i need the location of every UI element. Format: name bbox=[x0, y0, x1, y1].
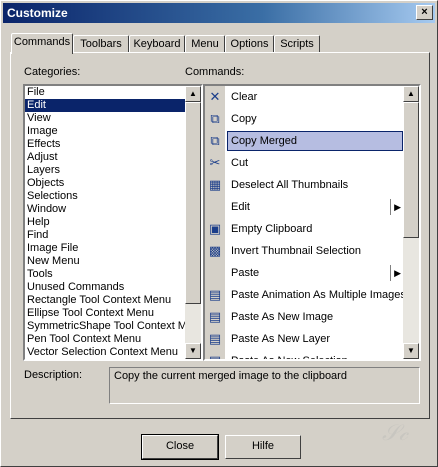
category-item[interactable]: SymmetricShape Tool Context M bbox=[25, 320, 201, 333]
customize-dialog: Customize × Commands Toolbars Keyboard M… bbox=[0, 0, 438, 467]
commands-list[interactable]: ✕ Clear ⧉ Copy ⧉ Copy Merged ✂ Cut ▦ Deselect All… bbox=[203, 84, 421, 361]
commands-items: ✕ Clear ⧉ Copy ⧉ Copy Merged ✂ Cut ▦ Deselect All… bbox=[205, 86, 406, 361]
command-item[interactable]: ▩ Invert Thumbnail Selection bbox=[205, 240, 403, 262]
scroll-up-icon[interactable]: ▲ bbox=[185, 86, 201, 102]
category-item[interactable]: Selections bbox=[25, 190, 201, 203]
description-label: Description: bbox=[24, 369, 83, 381]
categories-scrollbar[interactable]: ▲ ▼ bbox=[185, 86, 201, 359]
scroll-thumb[interactable] bbox=[185, 102, 201, 304]
scroll-thumb[interactable] bbox=[403, 102, 419, 238]
category-item[interactable]: Unused Commands bbox=[25, 281, 201, 294]
scroll-down-icon[interactable]: ▼ bbox=[403, 343, 419, 359]
command-item[interactable]: ✂ Cut bbox=[205, 152, 403, 174]
category-item[interactable]: Find bbox=[25, 229, 201, 242]
submenu-separator bbox=[390, 199, 391, 215]
command-label: Paste bbox=[231, 267, 260, 279]
command-label: Edit bbox=[231, 201, 250, 213]
command-item[interactable]: ▤ Paste As New Layer bbox=[205, 328, 403, 350]
tab-keyboard[interactable]: Keyboard bbox=[129, 35, 185, 53]
category-item[interactable]: Edit bbox=[25, 99, 201, 112]
command-label: Paste Animation As Multiple Images bbox=[231, 289, 406, 301]
category-item[interactable]: Help bbox=[25, 216, 201, 229]
window-title: Customize bbox=[7, 6, 68, 20]
clear-icon: ✕ bbox=[205, 86, 225, 108]
command-item[interactable]: ⧉ Copy bbox=[205, 108, 403, 130]
category-item[interactable]: Adjust bbox=[25, 151, 201, 164]
command-item[interactable]: ▤ Paste Animation As Multiple Images bbox=[205, 284, 406, 306]
categories-items: File Edit View Image Effects Adjust Layers Obje… bbox=[25, 86, 201, 359]
command-label: Invert Thumbnail Selection bbox=[231, 245, 362, 257]
command-label: Empty Clipboard bbox=[231, 223, 313, 235]
command-item[interactable]: Paste ▶ bbox=[205, 262, 403, 284]
category-item[interactable]: New Menu bbox=[25, 255, 201, 268]
tab-toolbars[interactable]: Toolbars bbox=[73, 35, 129, 53]
command-item[interactable]: ▣ Empty Clipboard bbox=[205, 218, 403, 240]
commands-label: Commands: bbox=[185, 66, 245, 78]
command-item[interactable]: ⧉ Copy Merged bbox=[205, 130, 403, 152]
command-item[interactable]: ✕ Clear bbox=[205, 86, 403, 108]
category-item[interactable]: Objects bbox=[25, 177, 201, 190]
command-label: Copy Merged bbox=[231, 135, 298, 147]
command-item[interactable]: Edit ▶ bbox=[205, 196, 403, 218]
command-label: Deselect All Thumbnails bbox=[231, 179, 349, 191]
category-item[interactable]: Image File bbox=[25, 242, 201, 255]
invert-thumbnails-icon: ▩ bbox=[205, 240, 225, 262]
command-label: Clear bbox=[231, 91, 258, 103]
category-item[interactable]: Effects bbox=[25, 138, 201, 151]
submenu-separator bbox=[390, 265, 391, 281]
command-item[interactable]: ▤ Paste As New Image bbox=[205, 306, 403, 328]
category-item[interactable]: Layers bbox=[25, 164, 201, 177]
category-item[interactable]: Rectangle Tool Context Menu bbox=[25, 294, 201, 307]
commands-scrollbar[interactable]: ▲ ▼ bbox=[403, 86, 419, 359]
watermark-signature: 𝒮𝒸 bbox=[382, 421, 408, 446]
categories-list[interactable]: File Edit View Image Effects Adjust Layers Obje… bbox=[23, 84, 203, 361]
paste-new-image-icon: ▤ bbox=[205, 306, 225, 328]
close-button[interactable]: Close bbox=[141, 434, 219, 460]
scroll-down-icon[interactable]: ▼ bbox=[185, 343, 201, 359]
command-label: Paste As New Selection bbox=[231, 355, 348, 361]
icon-placeholder bbox=[205, 262, 225, 284]
thumbnails-icon: ▦ bbox=[205, 174, 225, 196]
categories-label: Categories: bbox=[24, 66, 81, 78]
category-item[interactable]: View bbox=[25, 112, 201, 125]
paste-animation-icon: ▤ bbox=[205, 284, 225, 306]
command-label: Cut bbox=[231, 157, 249, 169]
cut-icon: ✂ bbox=[205, 152, 225, 174]
paste-new-selection-icon: ▤ bbox=[205, 350, 225, 359]
paste-new-layer-icon: ▤ bbox=[205, 328, 225, 350]
category-item[interactable]: Tools bbox=[25, 268, 201, 281]
command-item[interactable]: ▦ Deselect All Thumbnails bbox=[205, 174, 403, 196]
tab-menu[interactable]: Menu bbox=[185, 35, 225, 53]
submenu-arrow-icon[interactable]: ▶ bbox=[394, 262, 401, 284]
tab-scripts[interactable]: Scripts bbox=[274, 35, 320, 53]
category-item[interactable]: File bbox=[25, 86, 201, 99]
help-button[interactable]: Hilfe bbox=[225, 435, 301, 459]
title-bar[interactable]: Customize × bbox=[3, 3, 435, 23]
category-item[interactable]: Window bbox=[25, 203, 201, 216]
icon-placeholder bbox=[205, 196, 225, 218]
command-label: Copy bbox=[231, 113, 257, 125]
tab-commands[interactable]: Commands bbox=[11, 33, 73, 54]
command-label: Paste As New Layer bbox=[231, 333, 331, 345]
tab-options[interactable]: Options bbox=[225, 35, 274, 53]
category-item[interactable]: Pen Tool Context Menu bbox=[25, 333, 201, 346]
command-item[interactable]: ▤ Paste As New Selection bbox=[205, 350, 403, 361]
commands-panel: Categories: Commands: File Edit View Image E… bbox=[10, 52, 430, 419]
description-box: Copy the current merged image to the cli… bbox=[109, 367, 420, 404]
empty-clipboard-icon: ▣ bbox=[205, 218, 225, 240]
category-item[interactable]: Image bbox=[25, 125, 201, 138]
close-window-button[interactable]: × bbox=[416, 5, 433, 20]
category-item[interactable]: Ellipse Tool Context Menu bbox=[25, 307, 201, 320]
copy-merged-icon: ⧉ bbox=[205, 130, 225, 152]
copy-icon: ⧉ bbox=[205, 108, 225, 130]
submenu-arrow-icon[interactable]: ▶ bbox=[394, 196, 401, 218]
category-item[interactable]: Vector Selection Context Menu bbox=[25, 346, 201, 359]
command-label: Paste As New Image bbox=[231, 311, 334, 323]
scroll-up-icon[interactable]: ▲ bbox=[403, 86, 419, 102]
